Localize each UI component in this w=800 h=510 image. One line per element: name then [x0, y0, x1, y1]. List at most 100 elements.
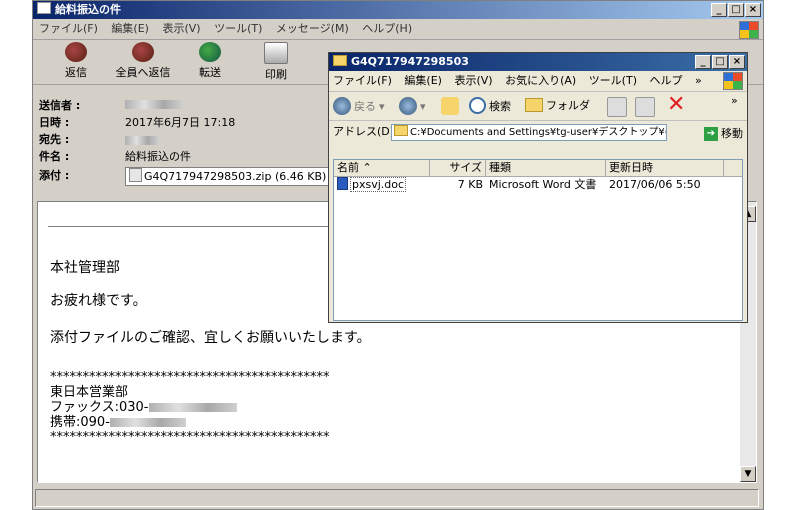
forward-button[interactable]: 転送: [185, 42, 235, 80]
back-arrow-icon: [333, 97, 351, 115]
redacted-mobile: [109, 418, 186, 427]
word-document-icon: [337, 177, 348, 190]
column-size[interactable]: サイズ: [430, 160, 486, 176]
file-list[interactable]: 名前 ⌃ サイズ 種類 更新日時 pxsvj.doc 7 KB Microsof…: [333, 159, 743, 321]
search-icon: [469, 97, 486, 114]
signature-fax: ファックス:030-: [50, 400, 330, 415]
column-modified[interactable]: 更新日時: [606, 160, 724, 176]
file-list-header: 名前 ⌃ サイズ 種類 更新日時: [334, 160, 742, 177]
toolbar-overflow-icon[interactable]: »: [731, 94, 738, 107]
status-bar: [35, 489, 759, 507]
copy-to-button[interactable]: [635, 97, 655, 117]
file-name[interactable]: pxsvj.doc: [350, 177, 407, 192]
body-line-2: お疲れ様です。: [50, 293, 147, 309]
address-input[interactable]: C:¥Documents and Settings¥tg-user¥デスクトップ…: [391, 124, 667, 141]
scroll-down-button[interactable]: ▼: [740, 466, 756, 482]
file-size: 7 KB: [457, 178, 483, 191]
menu-tools[interactable]: ツール(T): [214, 22, 262, 35]
menu-overflow-icon[interactable]: »: [695, 74, 702, 87]
explorer-menu-help[interactable]: ヘルプ: [650, 74, 683, 87]
explorer-window: G4Q717947298503 _ □ × ファイル(F) 編集(E) 表示(V…: [328, 52, 748, 323]
signature-dept: 東日本営業部: [50, 385, 129, 400]
mail-icon: [37, 2, 51, 14]
delete-x-icon: ✕: [667, 92, 686, 117]
minimize-button[interactable]: _: [711, 3, 727, 17]
message-headers: 送信者 : 日時 : 2017年6月7日 17:18 宛先 : 件名 : 給料振…: [39, 97, 339, 186]
reply-all-button[interactable]: 全員へ返信: [111, 42, 175, 80]
header-date: 日時 : 2017年6月7日 17:18: [39, 116, 236, 129]
reply-button[interactable]: 返信: [51, 42, 101, 80]
file-type: Microsoft Word 文書: [489, 178, 597, 191]
reply-all-icon: [132, 42, 154, 62]
menu-edit[interactable]: 編集(E): [111, 22, 149, 35]
explorer-minimize-button[interactable]: _: [695, 55, 711, 69]
go-arrow-icon: ➔: [704, 127, 718, 141]
explorer-titlebar: G4Q717947298503 _ □ ×: [329, 53, 747, 71]
explorer-close-button[interactable]: ×: [729, 55, 745, 69]
folders-button[interactable]: フォルダ: [525, 97, 590, 113]
reply-icon: [65, 42, 87, 62]
signature: ****************************************…: [50, 370, 330, 445]
menu-message[interactable]: メッセージ(M): [276, 22, 349, 35]
menu-file[interactable]: ファイル(F): [39, 22, 98, 35]
address-bar: アドレス(D) C:¥Documents and Settings¥tg-use…: [329, 121, 747, 143]
file-row[interactable]: pxsvj.doc 7 KB Microsoft Word 文書 2017/06…: [334, 177, 742, 193]
printer-icon: [264, 42, 288, 64]
body-line-1: 本社管理部: [50, 260, 120, 276]
zip-file-icon: [129, 168, 142, 182]
back-button[interactable]: 戻る ▾: [333, 97, 385, 115]
move-to-icon: [607, 97, 627, 117]
menu-view[interactable]: 表示(V): [162, 22, 200, 35]
forward-arrow-icon: [399, 97, 417, 115]
delete-button[interactable]: ✕: [667, 92, 685, 117]
folders-icon: [525, 98, 543, 112]
column-name[interactable]: 名前 ⌃: [334, 160, 430, 176]
address-folder-icon: [394, 125, 408, 136]
explorer-menubar: ファイル(F) 編集(E) 表示(V) お気に入り(A) ツール(T) ヘルプ …: [329, 71, 747, 91]
close-button[interactable]: ×: [745, 3, 761, 17]
print-button[interactable]: 印刷: [251, 42, 301, 82]
explorer-menu-file[interactable]: ファイル(F): [333, 74, 392, 87]
attachment-item[interactable]: G4Q717947298503.zip (6.46 KB): [125, 167, 331, 186]
folder-icon: [333, 55, 347, 66]
explorer-menu-favorites[interactable]: お気に入り(A): [505, 74, 576, 87]
column-type[interactable]: 種類: [486, 160, 606, 176]
redacted-fax: [148, 403, 237, 412]
redacted-recipient: [125, 135, 159, 145]
explorer-menu-edit[interactable]: 編集(E): [404, 74, 442, 87]
up-folder-button[interactable]: [441, 97, 459, 115]
redacted-sender: [125, 100, 183, 109]
mail-title: 給料振込の件: [55, 3, 121, 16]
explorer-menu-view[interactable]: 表示(V): [454, 74, 492, 87]
header-to: 宛先 :: [39, 131, 339, 148]
mail-menubar: ファイル(F) 編集(E) 表示(V) ツール(T) メッセージ(M) ヘルプ(…: [33, 19, 763, 40]
header-subject: 件名 : 給料振込の件: [39, 150, 191, 163]
signature-stars-top: ****************************************…: [50, 370, 330, 385]
separator: [48, 226, 328, 227]
file-modified: 2017/06/06 5:50: [609, 178, 701, 191]
address-label: アドレス(D): [333, 125, 395, 138]
header-from: 送信者 :: [39, 99, 81, 112]
window-controls: _ □ ×: [711, 3, 761, 17]
explorer-toolbar: 戻る ▾ ▾ 検索 フォルダ ✕ »: [329, 91, 747, 121]
explorer-title: G4Q717947298503: [351, 55, 469, 68]
search-button[interactable]: 検索: [469, 97, 511, 114]
menu-help[interactable]: ヘルプ(H): [362, 22, 412, 35]
up-folder-icon: [441, 97, 459, 115]
header-attachment: 添付 : G4Q717947298503.zip (6.46 KB): [39, 167, 339, 186]
move-to-button[interactable]: [607, 97, 627, 117]
body-line-3: 添付ファイルのご確認、宜しくお願いいたします。: [50, 330, 371, 346]
forward-icon: [199, 42, 221, 62]
forward-nav-button[interactable]: ▾: [399, 97, 426, 115]
windows-logo-icon: [739, 21, 759, 39]
signature-stars-bottom: ****************************************…: [50, 430, 330, 445]
explorer-windows-logo-icon: [723, 72, 743, 90]
explorer-window-controls: _ □ ×: [695, 55, 745, 69]
copy-to-icon: [635, 97, 655, 117]
mail-titlebar: 給料振込の件 _ □ ×: [33, 1, 763, 19]
go-button[interactable]: ➔ 移動: [704, 123, 743, 145]
explorer-maximize-button[interactable]: □: [712, 55, 728, 69]
maximize-button[interactable]: □: [728, 3, 744, 17]
explorer-menu-tools[interactable]: ツール(T): [589, 74, 637, 87]
signature-mobile: 携帯:090-: [50, 415, 330, 430]
